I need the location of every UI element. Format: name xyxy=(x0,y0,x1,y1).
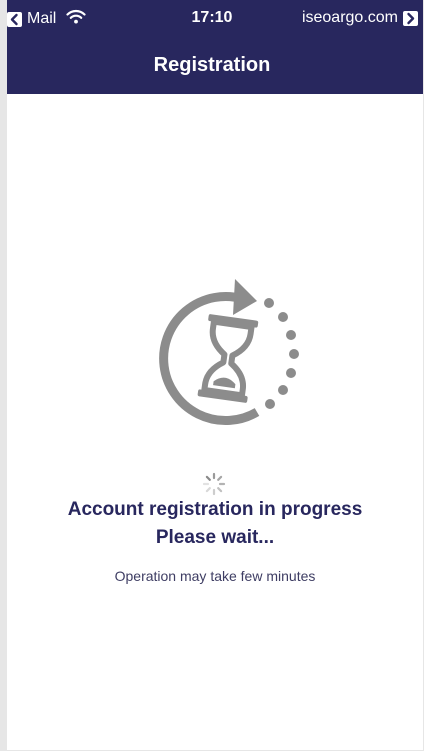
forward-url-link[interactable]: iseoargo.com xyxy=(302,9,418,27)
spinner-icon xyxy=(202,472,226,496)
url-label: iseoargo.com xyxy=(301,9,398,26)
status-bar: Mail 17:10 iseoargo.com xyxy=(0,0,424,38)
hourglass-refresh-icon xyxy=(143,273,313,443)
app-header: Mail 17:10 iseoargo.com Registration xyxy=(0,0,424,94)
page-title: Registration xyxy=(153,54,271,76)
operation-note: Operation may take few minutes xyxy=(114,568,316,584)
main-content: Account registration in progress Please … xyxy=(7,94,423,750)
please-wait-text: Please wait... xyxy=(155,527,275,548)
chevron-right-icon xyxy=(403,10,418,26)
progress-title: Account registration in progress xyxy=(67,499,363,520)
